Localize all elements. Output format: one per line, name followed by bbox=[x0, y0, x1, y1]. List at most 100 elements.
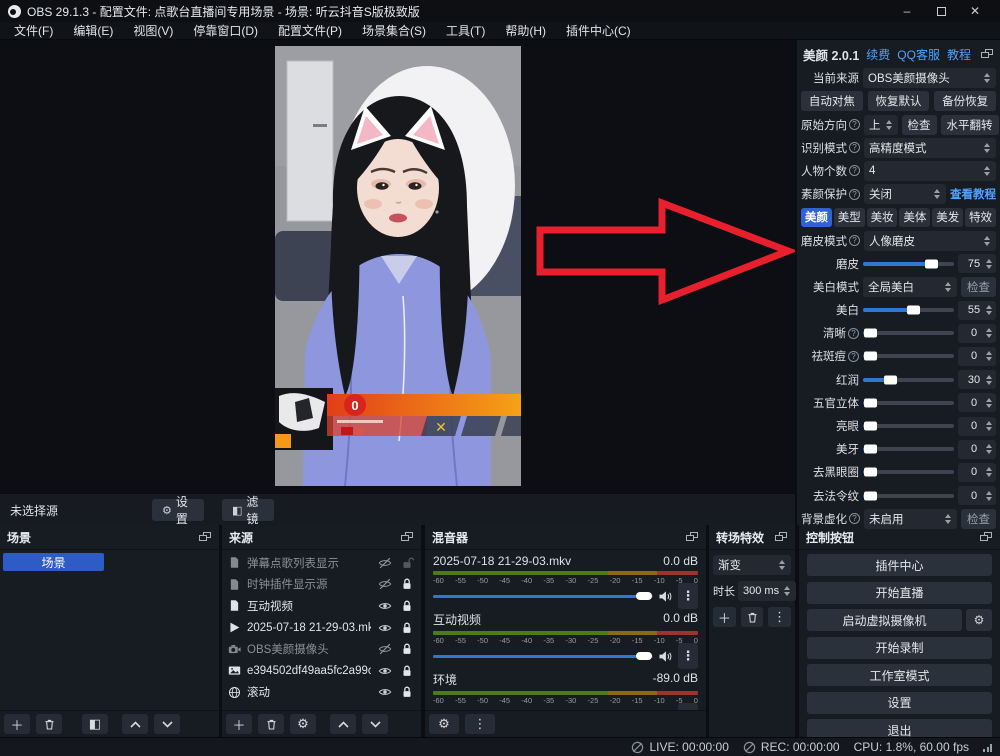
popout-icon[interactable] bbox=[775, 532, 788, 543]
maximize-button[interactable] bbox=[924, 1, 958, 21]
dark-circles-slider[interactable] bbox=[863, 470, 954, 474]
menu-plugin-center[interactable]: 插件中心(C) bbox=[556, 22, 641, 39]
smooth-slider[interactable] bbox=[863, 262, 954, 266]
lock-icon[interactable] bbox=[399, 685, 415, 699]
plugin-center-button[interactable]: 插件中心 bbox=[807, 554, 992, 576]
mixer-menu-button[interactable]: ⋮ bbox=[465, 714, 495, 734]
rosy-value-spinbox[interactable]: 30 bbox=[958, 370, 996, 389]
speaker-icon[interactable] bbox=[658, 650, 673, 663]
clarity-value-spinbox[interactable]: 0 bbox=[958, 324, 996, 343]
source-row[interactable]: 滚动 bbox=[222, 682, 421, 704]
transition-select[interactable]: 渐变 bbox=[713, 555, 791, 575]
add-transition-button[interactable]: ＋ bbox=[713, 607, 736, 627]
scene-item-selected[interactable]: 场景 bbox=[3, 553, 104, 571]
detect-mode-select[interactable]: 高精度模式 bbox=[864, 138, 996, 158]
lock-open-icon[interactable] bbox=[399, 556, 415, 570]
white-mode-check-button[interactable]: 检查 bbox=[961, 277, 996, 297]
transition-menu-button[interactable]: ⋮ bbox=[768, 607, 791, 627]
help-icon[interactable]: ? bbox=[849, 142, 860, 153]
spinner-arrows-icon[interactable] bbox=[985, 305, 993, 315]
speaker-icon[interactable] bbox=[658, 590, 673, 603]
lock-icon[interactable] bbox=[399, 577, 415, 591]
settings-button[interactable]: 设置 bbox=[807, 692, 992, 714]
eye-icon[interactable] bbox=[377, 685, 393, 699]
channel-menu-button[interactable]: ⋮ bbox=[678, 643, 698, 669]
start-recording-button[interactable]: 开始录制 bbox=[807, 637, 992, 659]
eye-off-icon[interactable] bbox=[377, 556, 393, 570]
whitening-slider[interactable] bbox=[863, 308, 954, 312]
scene-up-button[interactable] bbox=[122, 714, 148, 734]
spinner-arrows-icon[interactable] bbox=[985, 467, 993, 477]
tab-beauty[interactable]: 美颜 bbox=[801, 208, 832, 227]
tab-face-shape[interactable]: 美型 bbox=[834, 208, 865, 227]
help-icon[interactable]: ? bbox=[849, 189, 860, 200]
source-down-button[interactable] bbox=[362, 714, 388, 734]
spinner-arrows-icon[interactable] bbox=[985, 421, 993, 431]
help-icon[interactable]: ? bbox=[849, 235, 860, 246]
spinner-arrows-icon[interactable] bbox=[985, 491, 993, 501]
scene-filters-button[interactable]: ◧ bbox=[82, 714, 108, 734]
facial-3d-value-spinbox[interactable]: 0 bbox=[958, 393, 996, 412]
spinner-arrows-icon[interactable] bbox=[985, 444, 993, 454]
dark-circles-value-spinbox[interactable]: 0 bbox=[958, 463, 996, 482]
renew-link[interactable]: 续费 bbox=[866, 46, 890, 63]
teeth-value-spinbox[interactable]: 0 bbox=[958, 440, 996, 459]
help-icon[interactable]: ? bbox=[849, 513, 860, 524]
bg-blur-select[interactable]: 未启用 bbox=[864, 509, 957, 529]
source-row[interactable]: OBS美颜摄像头 bbox=[222, 638, 421, 660]
add-scene-button[interactable]: ＋ bbox=[4, 714, 30, 734]
eye-off-icon[interactable] bbox=[377, 577, 393, 591]
lock-icon[interactable] bbox=[399, 621, 415, 635]
popout-icon[interactable] bbox=[980, 532, 993, 543]
facial-3d-slider[interactable] bbox=[863, 401, 954, 405]
spinner-arrows-icon[interactable] bbox=[985, 259, 993, 269]
restore-defaults-button[interactable]: 恢复默认 bbox=[868, 91, 930, 111]
view-tutorial-link[interactable]: 查看教程 bbox=[950, 186, 996, 202]
whitening-value-spinbox[interactable]: 55 bbox=[958, 301, 996, 320]
source-properties-button[interactable]: ⚙ 设置 bbox=[152, 499, 204, 521]
studio-mode-button[interactable]: 工作室模式 bbox=[807, 664, 992, 686]
horizontal-flip-button[interactable]: 水平翻转 bbox=[941, 115, 999, 135]
volume-slider[interactable] bbox=[433, 595, 653, 598]
source-row[interactable]: 时钟插件显示源 bbox=[222, 574, 421, 596]
bright-eyes-value-spinbox[interactable]: 0 bbox=[958, 417, 996, 436]
tab-body[interactable]: 美体 bbox=[899, 208, 930, 227]
blemish-value-spinbox[interactable]: 0 bbox=[958, 347, 996, 366]
spinner-arrows-icon[interactable] bbox=[985, 375, 993, 385]
eye-off-icon[interactable] bbox=[377, 642, 393, 656]
source-properties-toolbar-button[interactable]: ⚙ bbox=[290, 714, 316, 734]
current-source-select[interactable]: OBS美颜摄像头 bbox=[863, 68, 996, 88]
source-row[interactable]: 互动视频 bbox=[222, 595, 421, 617]
eye-icon[interactable] bbox=[377, 599, 393, 613]
qq-support-link[interactable]: QQ客服 bbox=[897, 46, 940, 63]
source-row[interactable]: e394502df49aa5fc2a99cd2e7c bbox=[222, 660, 421, 682]
menu-view[interactable]: 视图(V) bbox=[123, 22, 183, 39]
remove-transition-button[interactable] bbox=[741, 607, 764, 627]
menu-scene-collection[interactable]: 场景集合(S) bbox=[352, 22, 436, 39]
source-filters-button[interactable]: ◧ 滤镜 bbox=[222, 499, 274, 521]
popout-icon[interactable] bbox=[686, 532, 699, 543]
tutorial-link[interactable]: 教程 bbox=[947, 46, 971, 63]
spinner-arrows-icon[interactable] bbox=[985, 351, 993, 361]
help-icon[interactable]: ? bbox=[849, 119, 860, 130]
bare-face-protect-select[interactable]: 关闭 bbox=[864, 184, 946, 204]
spinner-arrows-icon[interactable] bbox=[985, 328, 993, 338]
lock-icon[interactable] bbox=[399, 664, 415, 678]
close-button[interactable]: ✕ bbox=[958, 1, 992, 21]
tab-makeup[interactable]: 美妆 bbox=[867, 208, 898, 227]
source-up-button[interactable] bbox=[330, 714, 356, 734]
eye-icon[interactable] bbox=[377, 621, 393, 635]
smooth-mode-select[interactable]: 人像磨皮 bbox=[864, 231, 996, 251]
white-mode-select[interactable]: 全局美白 bbox=[863, 277, 957, 297]
lock-icon[interactable] bbox=[399, 642, 415, 656]
preview-canvas[interactable]: 0 ✕ bbox=[0, 40, 795, 493]
source-row[interactable]: 2025-07-18 21-29-03.mkv bbox=[222, 617, 421, 639]
orientation-select[interactable]: 上 bbox=[864, 115, 898, 135]
menu-profile[interactable]: 配置文件(P) bbox=[268, 22, 352, 39]
popout-icon[interactable] bbox=[981, 49, 994, 60]
eye-icon[interactable] bbox=[377, 664, 393, 678]
nasolabial-slider[interactable] bbox=[863, 494, 954, 498]
channel-menu-button[interactable]: ⋮ bbox=[678, 583, 698, 609]
orientation-check-button[interactable]: 检查 bbox=[902, 115, 937, 135]
advanced-audio-button[interactable]: ⚙ bbox=[429, 714, 459, 734]
